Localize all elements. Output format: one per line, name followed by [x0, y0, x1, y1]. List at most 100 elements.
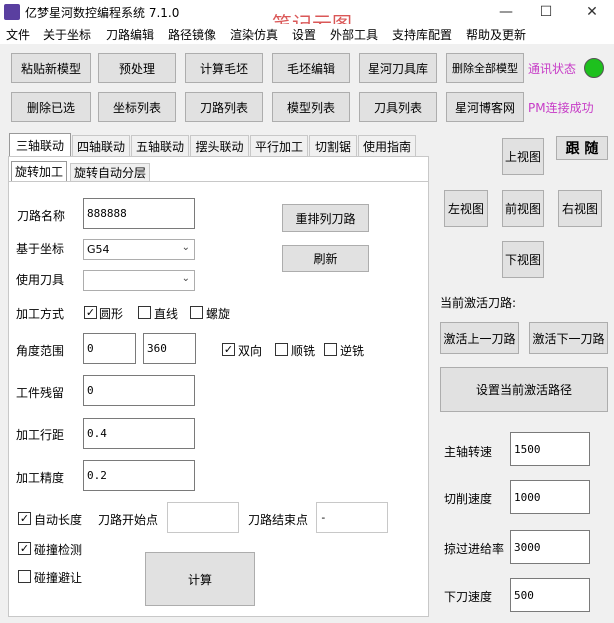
delete-all-models-button[interactable]: 删除全部模型: [446, 53, 524, 83]
cut-speed-input[interactable]: 1000: [510, 480, 590, 514]
spindle-speed-input[interactable]: 1500: [510, 432, 590, 466]
activate-prev-button[interactable]: 激活上一刀路: [440, 322, 519, 354]
coord-list-button[interactable]: 坐标列表: [98, 92, 176, 122]
subtab-divider: [9, 181, 428, 182]
view-left-button[interactable]: 左视图: [444, 190, 488, 227]
pm-status-label: PM连接成功: [528, 101, 594, 115]
check-icon: ✓: [19, 512, 30, 525]
maximize-icon[interactable]: ☐: [536, 3, 556, 21]
subtab-rotary-layer[interactable]: 旋转自动分层: [70, 163, 150, 181]
method-spiral-label: 螺旋: [206, 307, 231, 321]
start-point-input[interactable]: [167, 502, 239, 533]
check-icon: ✓: [85, 306, 96, 319]
menu-toolpath-edit[interactable]: 刀路编辑: [106, 26, 154, 43]
stock-label: 工件残留: [16, 386, 65, 400]
refresh-button[interactable]: 刷新: [282, 245, 369, 272]
method-spiral-checkbox[interactable]: [190, 306, 203, 319]
minimize-icon[interactable]: —: [496, 3, 516, 21]
compute-stock-button[interactable]: 计算毛坯: [185, 53, 263, 83]
edit-stock-button[interactable]: 毛坯编辑: [272, 53, 350, 83]
tab-swing-head[interactable]: 摆头联动: [190, 135, 249, 156]
menu-path-mirror[interactable]: 路径镜像: [168, 26, 216, 43]
method-label: 加工方式: [16, 307, 65, 321]
view-right-button[interactable]: 右视图: [558, 190, 602, 227]
toolpath-name-input[interactable]: 888888: [83, 198, 195, 229]
tool-list-button[interactable]: 刀具列表: [359, 92, 437, 122]
tab-parallel[interactable]: 平行加工: [250, 135, 308, 156]
view-front-button[interactable]: 前视图: [502, 190, 544, 227]
spindle-speed-label: 主轴转速: [444, 445, 493, 459]
preprocess-button[interactable]: 预处理: [98, 53, 176, 83]
direction-climb-label: 顺铣: [291, 344, 316, 358]
tab-saw[interactable]: 切割锯: [309, 135, 357, 156]
window-title: 亿梦星河数控编程系统 7.1.0: [25, 6, 180, 20]
close-icon[interactable]: ✕: [582, 3, 602, 21]
delete-selected-button[interactable]: 删除已选: [11, 92, 91, 122]
check-icon: ✓: [223, 343, 234, 356]
menu-external-tools[interactable]: 外部工具: [330, 26, 378, 43]
end-point-label: 刀路结束点: [248, 513, 309, 527]
app-icon: [4, 4, 20, 20]
method-circle-checkbox[interactable]: ✓: [84, 306, 97, 319]
method-line-checkbox[interactable]: [138, 306, 151, 319]
paste-model-button[interactable]: 粘贴新模型: [11, 53, 91, 83]
plunge-rate-label: 掠过进给率: [444, 542, 505, 556]
subtab-rotary[interactable]: 旋转加工: [11, 161, 67, 181]
collision-avoid-checkbox[interactable]: [18, 570, 31, 583]
menu-render-sim[interactable]: 渲染仿真: [230, 26, 278, 43]
direction-conventional-label: 逆铣: [340, 344, 365, 358]
reorder-toolpath-button[interactable]: 重排列刀路: [282, 204, 369, 232]
precision-label: 加工精度: [16, 471, 65, 485]
chevron-down-icon: ⌄: [181, 273, 190, 284]
angle-max-input[interactable]: 360: [143, 333, 196, 364]
menu-file[interactable]: 文件: [6, 26, 30, 43]
method-line-label: 直线: [154, 307, 179, 321]
menu-settings[interactable]: 设置: [292, 26, 316, 43]
down-speed-input[interactable]: 500: [510, 578, 590, 612]
chevron-down-icon: ⌄: [181, 242, 190, 253]
direction-both-label: 双向: [238, 344, 263, 358]
collision-avoid-label: 碰撞避让: [34, 571, 83, 585]
view-bottom-button[interactable]: 下视图: [502, 241, 544, 278]
tab-4axis[interactable]: 四轴联动: [72, 135, 130, 156]
blog-button[interactable]: 星河博客网: [446, 92, 524, 122]
angle-min-input[interactable]: 0: [83, 333, 136, 364]
tab-guide[interactable]: 使用指南: [358, 135, 416, 156]
model-list-button[interactable]: 模型列表: [272, 92, 350, 122]
direction-conventional-checkbox[interactable]: [324, 343, 337, 356]
toolpath-name-label: 刀路名称: [17, 209, 66, 223]
tab-5axis[interactable]: 五轴联动: [131, 135, 189, 156]
menu-coordinates[interactable]: 关于坐标: [43, 26, 91, 43]
auto-length-checkbox[interactable]: ✓: [18, 512, 31, 525]
set-active-path-button[interactable]: 设置当前激活路径: [440, 367, 608, 412]
auto-length-label: 自动长度: [34, 513, 83, 527]
menu-help-update[interactable]: 帮助及更新: [466, 26, 526, 43]
status-led-icon: [584, 58, 604, 78]
active-path-label: 当前激活刀路:: [440, 296, 517, 310]
end-point-input[interactable]: -: [316, 502, 388, 533]
follow-button[interactable]: 跟 随: [556, 136, 608, 160]
direction-climb-checkbox[interactable]: [275, 343, 288, 356]
plunge-rate-input[interactable]: 3000: [510, 530, 590, 564]
coord-select[interactable]: G54 ⌄: [83, 239, 195, 260]
coord-label: 基于坐标: [16, 242, 65, 256]
tab-3axis[interactable]: 三轴联动: [9, 133, 71, 157]
start-point-label: 刀路开始点: [98, 513, 159, 527]
direction-both-checkbox[interactable]: ✓: [222, 343, 235, 356]
check-icon: ✓: [19, 542, 30, 555]
stepover-label: 加工行距: [16, 428, 65, 442]
stock-input[interactable]: 0: [83, 375, 195, 406]
activate-next-button[interactable]: 激活下一刀路: [529, 322, 608, 354]
tool-library-button[interactable]: 星河刀具库: [359, 53, 437, 83]
stepover-input[interactable]: 0.4: [83, 418, 195, 449]
toolpath-list-button[interactable]: 刀路列表: [185, 92, 263, 122]
angle-range-label: 角度范围: [16, 344, 65, 358]
view-top-button[interactable]: 上视图: [502, 138, 544, 175]
coord-select-value: G54: [87, 243, 110, 256]
comm-status-label: 通讯状态: [528, 62, 577, 76]
collision-check-checkbox[interactable]: ✓: [18, 542, 31, 555]
compute-button[interactable]: 计算: [145, 552, 255, 606]
tool-select[interactable]: ⌄: [83, 270, 195, 291]
menu-library-config[interactable]: 支持库配置: [392, 26, 452, 43]
precision-input[interactable]: 0.2: [83, 460, 195, 491]
